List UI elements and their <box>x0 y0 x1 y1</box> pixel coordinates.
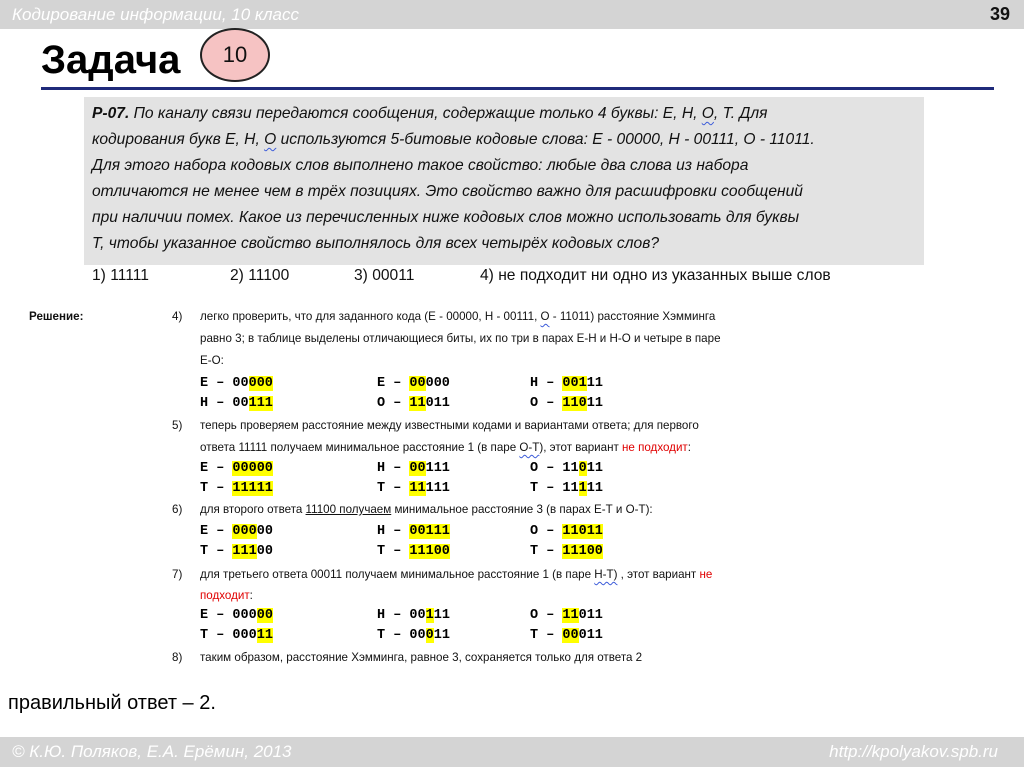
task-number-badge: 10 <box>200 28 270 82</box>
slide-header-bar: Кодирование информации, 10 класс 39 <box>0 0 1024 29</box>
code-word: О – 11011 <box>530 396 603 411</box>
code-word: О – 11011 <box>530 524 603 539</box>
task-line-5: при наличии помех. Какое из перечисленны… <box>92 209 800 226</box>
step-8-number: 8) <box>172 651 183 664</box>
code-word: О – 11011 <box>530 461 603 476</box>
code-word: Е – 00000 <box>200 376 273 391</box>
copyright: © К.Ю. Поляков, Е.А. Ерёмин, 2013 <box>12 742 292 761</box>
step-7-number: 7) <box>172 568 183 581</box>
code-word: О – 11011 <box>530 608 603 623</box>
code-word: Н – 00111 <box>377 461 450 476</box>
code-word: Т – 11100 <box>377 544 450 559</box>
code-word: Е – 00000 <box>200 524 273 539</box>
code-word: О – 11011 <box>377 396 450 411</box>
final-answer: правильный ответ – 2. <box>8 692 216 714</box>
heading-divider <box>41 87 994 90</box>
code-word: Н – 00111 <box>530 376 603 391</box>
code-word: Т – 11111 <box>530 481 603 496</box>
step-5-line-1: теперь проверяем расстояние между извест… <box>200 419 699 432</box>
task-line-3: Для этого набора кодовых слов выполнено … <box>92 157 749 174</box>
code-word: Т – 11100 <box>200 544 273 559</box>
course-title: Кодирование информации, 10 класс <box>12 5 299 24</box>
task-line-6: Т, чтобы указанное свойство выполнялось … <box>92 235 660 252</box>
o-letter: О <box>701 105 714 122</box>
code-word: Н – 00111 <box>377 608 450 623</box>
step-4-number: 4) <box>172 310 183 323</box>
code-word: Т – 00011 <box>200 628 273 643</box>
task-line-2: кодирования букв Е, Н, О используются 5-… <box>92 131 815 148</box>
step-7-line-1: для третьего ответа 00011 получаем миним… <box>200 568 713 581</box>
step-4-line-3: Е-О: <box>200 354 224 367</box>
task-line-4: отличаются не менее чем в трёх позициях.… <box>92 183 803 200</box>
code-word: Т – 11100 <box>530 544 603 559</box>
solution-label: Решение: <box>29 310 84 323</box>
slide-footer-bar: © К.Ю. Поляков, Е.А. Ерёмин, 2013 http:/… <box>0 737 1024 767</box>
code-word: Т – 00011 <box>530 628 603 643</box>
code-word: Е – 00000 <box>200 608 273 623</box>
option-3: 3) 00011 <box>354 267 415 284</box>
step-5-number: 5) <box>172 419 183 432</box>
code-word: Т – 11111 <box>377 481 450 496</box>
code-word: Е – 00000 <box>200 461 273 476</box>
code-word: Н – 00111 <box>200 396 273 411</box>
website-url: http://kpolyakov.spb.ru <box>829 742 998 761</box>
option-2: 2) 11100 <box>230 267 290 284</box>
task-line-1: Р-07. По каналу связи передаются сообщен… <box>92 105 768 122</box>
step-5-line-2: ответа 11111 получаем минимальное рассто… <box>200 441 691 454</box>
slide-heading: Задача <box>41 38 181 82</box>
task-id: Р-07. <box>92 105 130 122</box>
task-statement-box: Р-07. По каналу связи передаются сообщен… <box>84 97 924 265</box>
page-number: 39 <box>989 4 1010 24</box>
code-word: Т – 11111 <box>200 481 273 496</box>
code-word: Е – 00000 <box>377 376 450 391</box>
step-8-line-1: таким образом, расстояние Хэмминга, равн… <box>200 651 643 664</box>
step-4-line-1: легко проверить, что для заданного кода … <box>200 310 716 323</box>
step-7-line-2: подходит: <box>200 589 253 602</box>
code-word: Н – 00111 <box>377 524 450 539</box>
code-word: Т – 00011 <box>377 628 450 643</box>
option-1: 1) 11111 <box>92 267 149 284</box>
step-4-line-2: равно 3; в таблице выделены отличающиеся… <box>200 332 721 345</box>
option-4: 4) не подходит ни одно из указанных выше… <box>480 267 831 284</box>
step-6-number: 6) <box>172 503 183 516</box>
step-6-line-1: для второго ответа 11100 получаем минима… <box>200 503 653 516</box>
